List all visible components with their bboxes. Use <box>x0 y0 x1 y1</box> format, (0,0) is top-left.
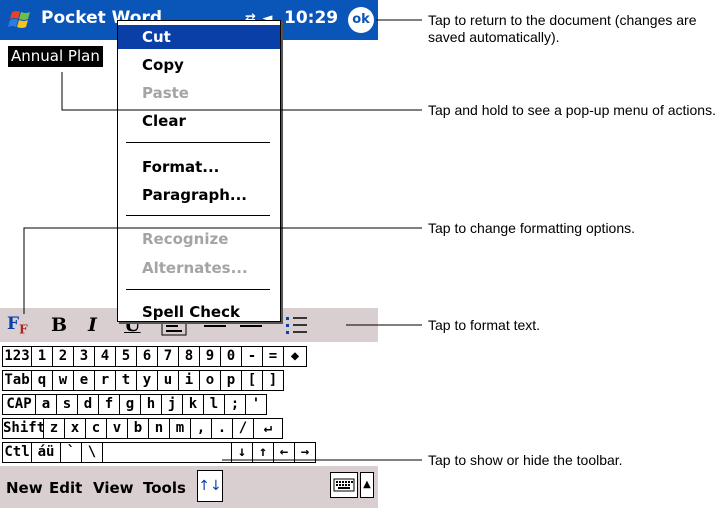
callout-line-format <box>23 227 422 314</box>
callout-lines <box>23 19 422 461</box>
callout-line-menu <box>61 72 422 111</box>
